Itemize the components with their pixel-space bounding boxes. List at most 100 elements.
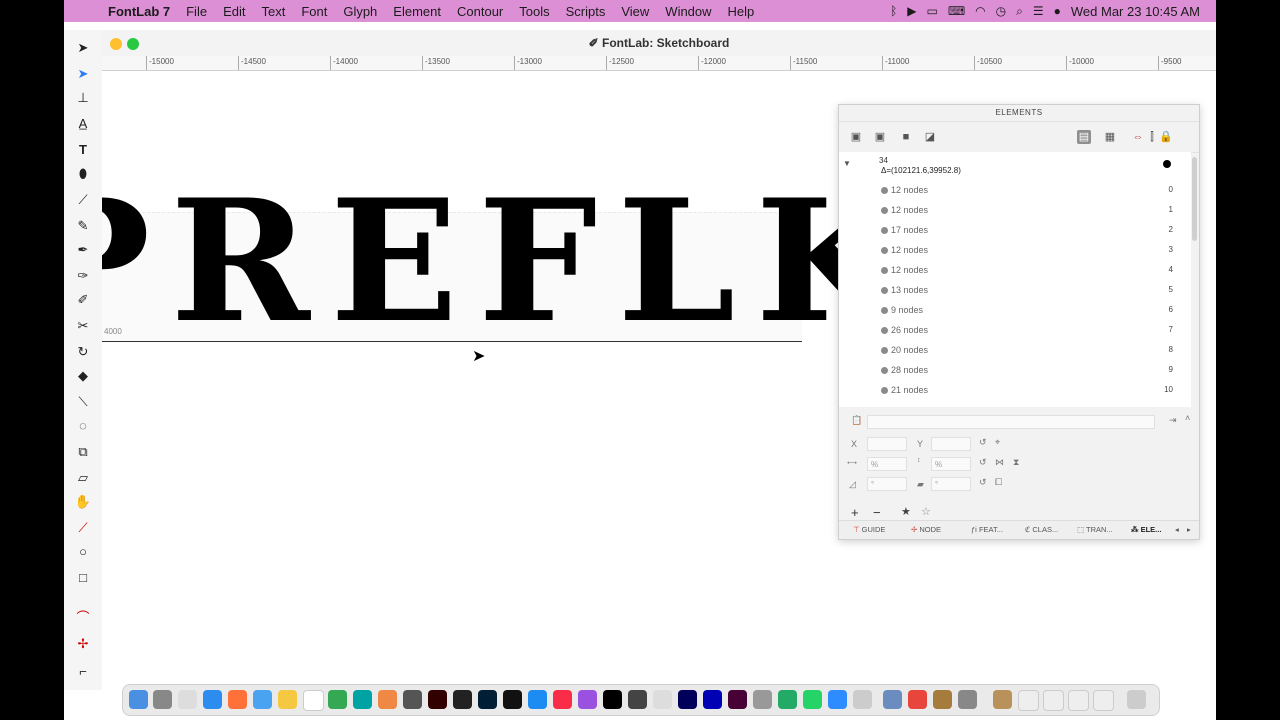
tab-elements[interactable]: ⁂ ELE... [1131,525,1161,534]
minimized-window-icon[interactable] [1093,690,1114,711]
music-icon[interactable] [553,690,572,709]
menu-contour[interactable]: Contour [449,4,511,19]
preview-icon[interactable] [653,690,672,709]
list-item[interactable]: 9 nodes 6 [839,300,1189,320]
x-position-field[interactable] [867,437,907,451]
tab-guide[interactable]: ⊤ GUIDE [853,525,885,534]
tab-scroll-right-icon[interactable]: ▸ [1187,525,1191,534]
pencil-tool-icon[interactable]: ✎ [71,216,95,236]
ghost-icon[interactable] [403,690,422,709]
downloads-folder-icon[interactable] [883,690,902,709]
list-item[interactable]: 13 nodes 5 [839,280,1189,300]
menu-scripts[interactable]: Scripts [558,4,614,19]
element-name-field[interactable] [867,415,1155,429]
list-item[interactable]: 12 nodes 3 [839,240,1189,260]
metrics-tool-icon[interactable]: ⊥ [71,88,95,108]
bluetooth-icon[interactable]: ᛒ [890,4,897,18]
mail-icon[interactable] [253,690,272,709]
fontlab-document-icon[interactable] [958,690,977,709]
element-group-header[interactable]: ▼ 34 Δ=(102121.6,39952.8) [839,156,1189,178]
menu-glyph[interactable]: Glyph [335,4,385,19]
dreamweaver-icon[interactable] [728,690,747,709]
firefox-icon[interactable] [228,690,247,709]
y-position-field[interactable] [931,437,971,451]
list-item[interactable]: 28 nodes 9 [839,360,1189,380]
terminal-icon[interactable] [503,690,522,709]
apple-tv-icon[interactable] [603,690,622,709]
import-icon[interactable]: ⇥ [1169,415,1177,426]
tab-node[interactable]: ✢ NODE [911,525,941,534]
podcasts-icon[interactable] [578,690,597,709]
text-tool-icon[interactable]: T [71,140,95,160]
fontlab-icon[interactable] [453,690,472,709]
favorite-icon[interactable]: ★ [901,505,911,518]
safari-icon[interactable] [203,690,222,709]
menu-app-name[interactable]: FontLab 7 [100,4,178,19]
play-icon[interactable]: ▶ [907,4,916,18]
fill-tool-icon[interactable]: ◆ [71,366,95,386]
reset-scale-icon[interactable]: ↺ [979,457,987,468]
zoom-app-icon[interactable] [828,690,847,709]
illustrator-icon[interactable] [428,690,447,709]
element-exclude-icon[interactable]: ◪ [923,130,937,144]
width-scale-field[interactable]: % [867,457,907,471]
menu-text[interactable]: Text [253,4,293,19]
clipboard-icon[interactable]: 📋 [851,415,862,426]
creative-cloud-icon[interactable] [908,690,927,709]
flip-horizontal-icon[interactable]: ⋈ [995,457,1004,468]
visibility-dot-icon[interactable] [1163,160,1171,168]
rapid-tool-icon[interactable]: ✑ [71,266,95,286]
menu-file[interactable]: File [178,4,215,19]
eyedropper-tool-icon[interactable]: ⟋ [71,518,95,538]
add-element-button[interactable]: + [851,505,859,520]
keyboard-icon[interactable]: ⌨ [948,4,965,18]
list-item[interactable]: 17 nodes 2 [839,220,1189,240]
menu-view[interactable]: View [613,4,657,19]
game-icon[interactable] [933,690,952,709]
star-outline-icon[interactable]: ☆ [921,505,931,518]
minimized-window-icon[interactable] [1043,690,1064,711]
arduino-icon[interactable] [353,690,372,709]
power-nib-tool-icon[interactable]: ✐ [71,290,95,310]
minimized-window-icon[interactable] [1018,690,1039,711]
rectangle-tool-icon[interactable]: □ [71,568,95,588]
knife-tool-icon[interactable]: ✂ [71,316,95,336]
kerning-tool-icon[interactable]: A̲ [71,114,95,134]
cube-app-icon[interactable] [778,690,797,709]
notes-icon[interactable] [178,690,197,709]
grid-view-icon[interactable]: ▦ [1103,130,1117,144]
ellipse-tool-icon[interactable]: ○ [71,542,95,562]
element-subtract-icon[interactable]: ▣ [873,130,887,144]
list-scrollbar[interactable] [1192,157,1197,241]
trash-icon[interactable] [1127,690,1146,709]
screenshot-icon[interactable] [628,690,647,709]
menu-tools[interactable]: Tools [511,4,557,19]
remove-element-button[interactable]: − [873,505,881,520]
curve-tool-icon[interactable]: ⌒ [71,608,95,628]
control-center-icon[interactable]: ☰ [1033,4,1044,18]
element-union-icon[interactable]: ▣ [849,130,863,144]
system-preferences-icon[interactable] [153,690,172,709]
numbers-icon[interactable] [328,690,347,709]
search-icon[interactable]: ⌕ [1016,4,1023,19]
rotate-tool-icon[interactable]: ↻ [71,342,95,362]
launchpad-icon[interactable] [278,690,297,709]
arrow-tool-icon[interactable]: ➤ [71,38,95,58]
slant-field[interactable]: ° [931,477,971,491]
eraser-tool-icon[interactable]: ⬮ [71,164,95,184]
tab-classes[interactable]: ℭ CLAS... [1025,525,1058,534]
minimized-window-icon[interactable] [993,690,1012,709]
hand-tool-icon[interactable]: ✋ [71,492,95,512]
wifi-icon[interactable]: ◠ [975,4,985,18]
link-icon[interactable]: ⇔ [1131,130,1145,144]
brush-tool-icon[interactable]: ⟋ [71,190,95,210]
list-item[interactable]: 20 nodes 8 [839,340,1189,360]
lock-icon[interactable]: 🔒 [1159,130,1173,144]
list-item[interactable]: 12 nodes 1 [839,200,1189,220]
collapse-icon[interactable]: ˄ [1185,413,1190,423]
messages-icon[interactable] [803,690,822,709]
media-encoder-icon[interactable] [703,690,722,709]
photoshop-icon[interactable] [478,690,497,709]
photos-icon[interactable] [378,690,397,709]
flip-vertical-icon[interactable]: ⧗ [1013,457,1019,468]
